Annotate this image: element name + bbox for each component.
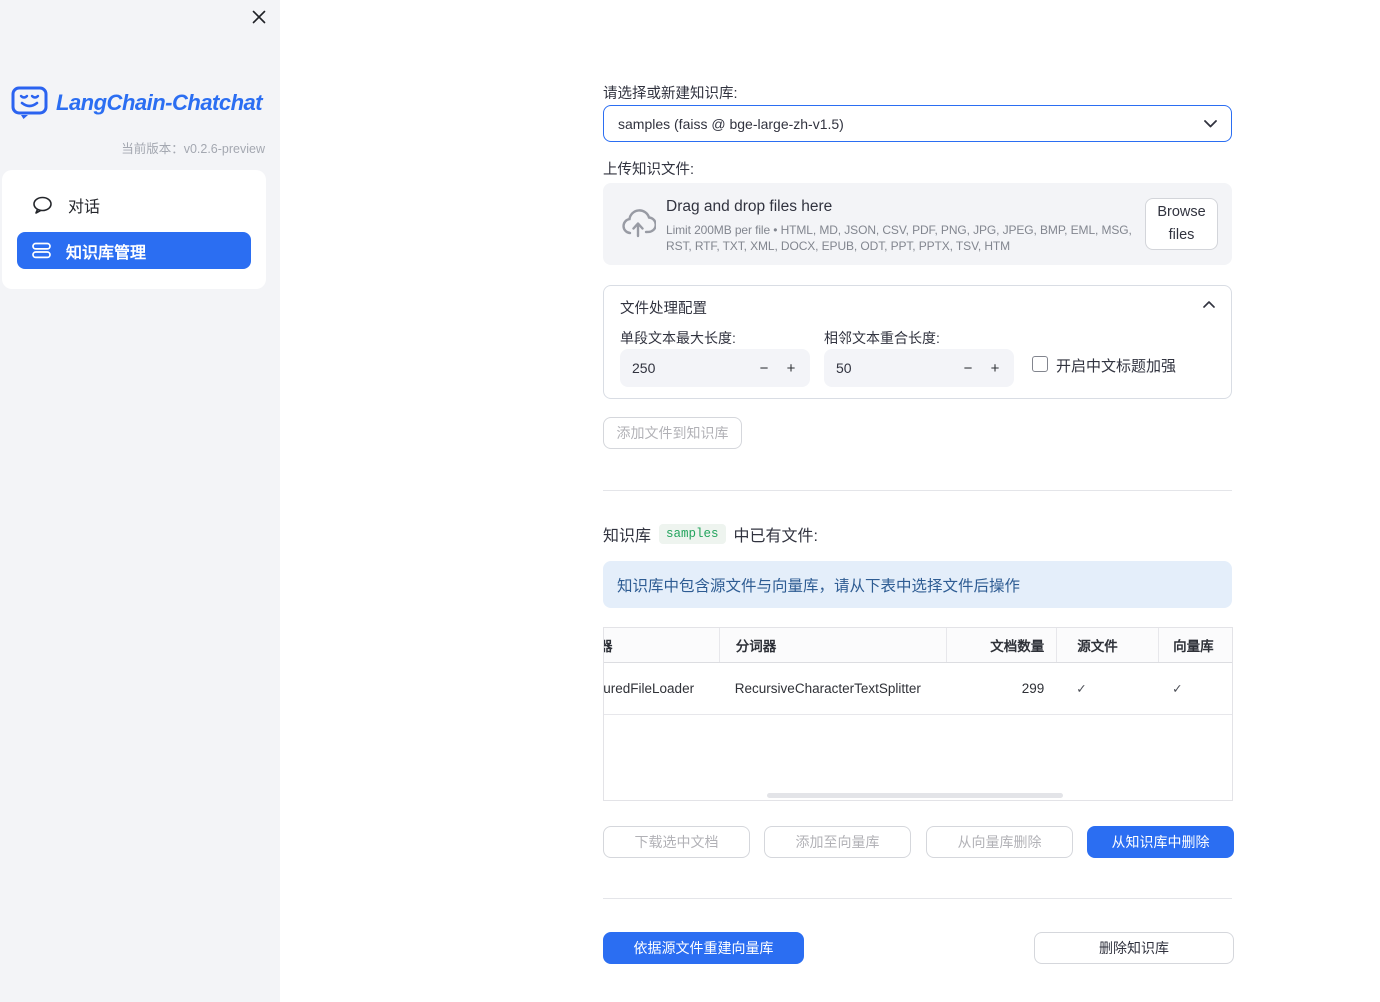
app-logo: LangChain-Chatchat xyxy=(11,86,263,119)
dropzone-hint: Limit 200MB per file • HTML, MD, JSON, C… xyxy=(666,223,1132,253)
logo-title: LangChain-Chatchat xyxy=(56,89,263,115)
sidebar-close-icon[interactable] xyxy=(248,7,270,29)
plus-stepper-icon[interactable]: + xyxy=(777,349,805,387)
minus-stepper-icon[interactable]: − xyxy=(750,349,778,387)
expander-title: 文件处理配置 xyxy=(620,301,707,317)
kb-select-dropdown[interactable]: samples (faiss @ bge-large-zh-v1.5) xyxy=(603,105,1232,142)
kb-name-code: samples xyxy=(659,524,726,544)
info-banner: 知识库中包含源文件与向量库，请从下表中选择文件后操作 xyxy=(603,561,1232,608)
kb-select-value: samples (faiss @ bge-large-zh-v1.5) xyxy=(618,115,844,132)
browse-files-button[interactable]: Browse files xyxy=(1145,198,1218,250)
cell-doc-count: 299 xyxy=(1021,681,1045,696)
table-header: 文档加载器 分词器 文档数量 源文件 向量库 xyxy=(604,628,1232,663)
kb-files-suffix: 中已有文件: xyxy=(733,528,818,545)
check-icon: ✓ xyxy=(1076,682,1087,696)
chevron-up-icon[interactable] xyxy=(1203,301,1215,308)
delete-from-kb-button[interactable]: 从知识库中删除 xyxy=(1087,826,1234,858)
cell-vector-check: ✓ xyxy=(1158,663,1232,714)
kb-files-heading: 知识库 samples 中已有文件: xyxy=(603,522,818,546)
version-text: 当前版本：v0.2.6-preview xyxy=(121,142,265,156)
col-source-file[interactable]: 源文件 xyxy=(1056,628,1158,662)
overlap-size-input[interactable]: 50 − + xyxy=(824,349,1014,387)
kb-select-label: 请选择或新建知识库: xyxy=(603,86,738,102)
zh-title-checkbox[interactable] xyxy=(1032,356,1048,372)
sidebar-menu: 对话 知识库管理 xyxy=(2,170,266,289)
chunk-size-value: 250 xyxy=(632,360,656,376)
cell-splitter: RecursiveCharacterTextSplitter xyxy=(734,681,921,696)
sidebar-item-dialogue[interactable]: 对话 xyxy=(32,188,252,222)
plus-stepper-icon[interactable]: + xyxy=(981,349,1009,387)
col-doc-count[interactable]: 文档数量 xyxy=(946,628,1056,662)
cell-loader: UnstructuredFileLoader xyxy=(604,681,695,696)
chevron-down-icon xyxy=(1204,119,1217,128)
download-selected-button[interactable]: 下载选中文档 xyxy=(603,826,750,858)
kb-files-prefix: 知识库 xyxy=(603,528,652,545)
main-content: 请选择或新建知识库: samples (faiss @ bge-large-zh… xyxy=(603,0,1234,1002)
file-config-expander: 文件处理配置 单段文本最大长度: 250 − + 相邻文本重合长度: 50 − … xyxy=(603,285,1232,399)
add-to-vectorstore-button[interactable]: 添加至向量库 xyxy=(764,826,911,858)
file-dropzone[interactable]: Drag and drop files here Limit 200MB per… xyxy=(603,183,1232,265)
add-files-button[interactable]: 添加文件到知识库 xyxy=(603,417,742,449)
col-splitter[interactable]: 分词器 xyxy=(718,628,947,662)
rebuild-vectorstore-button[interactable]: 依据源文件重建向量库 xyxy=(603,932,804,964)
remove-from-vectorstore-button[interactable]: 从向量库删除 xyxy=(926,826,1073,858)
dropzone-title: Drag and drop files here xyxy=(666,198,833,215)
cell-source-check: ✓ xyxy=(1056,663,1158,714)
table-horizontal-scrollbar[interactable] xyxy=(767,793,1063,798)
chunk-size-label: 单段文本最大长度: xyxy=(620,330,736,346)
sidebar: LangChain-Chatchat 当前版本：v0.2.6-preview 对… xyxy=(0,0,280,1002)
zh-title-label: 开启中文标题加强 xyxy=(1056,358,1177,375)
minus-stepper-icon[interactable]: − xyxy=(954,349,982,387)
sidebar-item-kb-management[interactable]: 知识库管理 xyxy=(17,232,251,269)
cloud-upload-icon xyxy=(620,208,657,243)
divider xyxy=(603,898,1232,899)
knowledge-base-icon xyxy=(32,242,51,259)
check-icon: ✓ xyxy=(1172,682,1183,696)
divider xyxy=(603,490,1232,491)
logo-chat-icon xyxy=(11,86,48,119)
overlap-size-label: 相邻文本重合长度: xyxy=(824,330,940,346)
app-window: LangChain-Chatchat 当前版本：v0.2.6-preview 对… xyxy=(0,0,1380,1002)
sidebar-item-label: 对话 xyxy=(68,199,101,216)
sidebar-item-label: 知识库管理 xyxy=(66,244,147,262)
chat-bubble-icon xyxy=(32,196,53,215)
col-loader[interactable]: 文档加载器 xyxy=(604,628,719,662)
delete-kb-button[interactable]: 删除知识库 xyxy=(1034,932,1234,964)
files-table: 文档加载器 分词器 文档数量 源文件 向量库 UnstructuredFileL… xyxy=(603,627,1233,801)
info-banner-text: 知识库中包含源文件与向量库，请从下表中选择文件后操作 xyxy=(617,577,1021,595)
table-row[interactable]: UnstructuredFileLoader RecursiveCharacte… xyxy=(604,663,1232,715)
upload-label: 上传知识文件: xyxy=(603,162,695,178)
chunk-size-input[interactable]: 250 − + xyxy=(620,349,810,387)
overlap-size-value: 50 xyxy=(836,360,852,376)
col-vector-store[interactable]: 向量库 xyxy=(1158,628,1232,662)
